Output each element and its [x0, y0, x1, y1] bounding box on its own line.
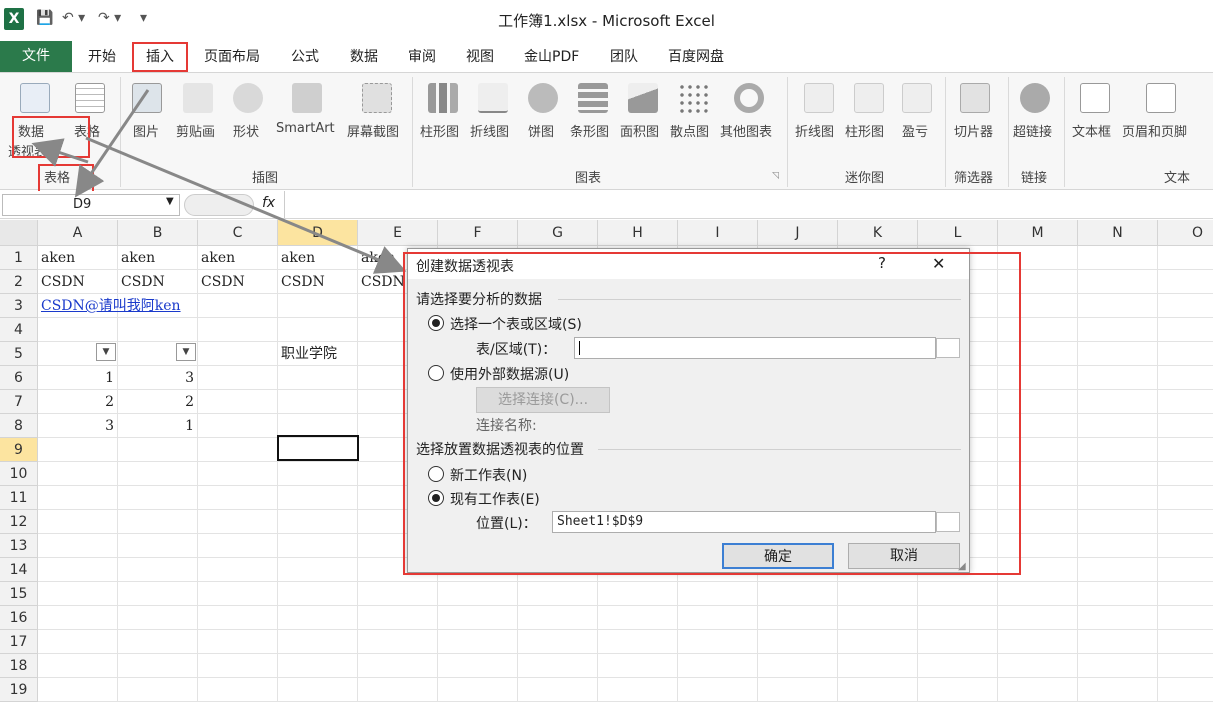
- highlight-dialog: [403, 252, 1021, 575]
- arrow-pivot-to-dialog: [85, 136, 407, 274]
- arrow-group-to-pivot: [31, 138, 89, 167]
